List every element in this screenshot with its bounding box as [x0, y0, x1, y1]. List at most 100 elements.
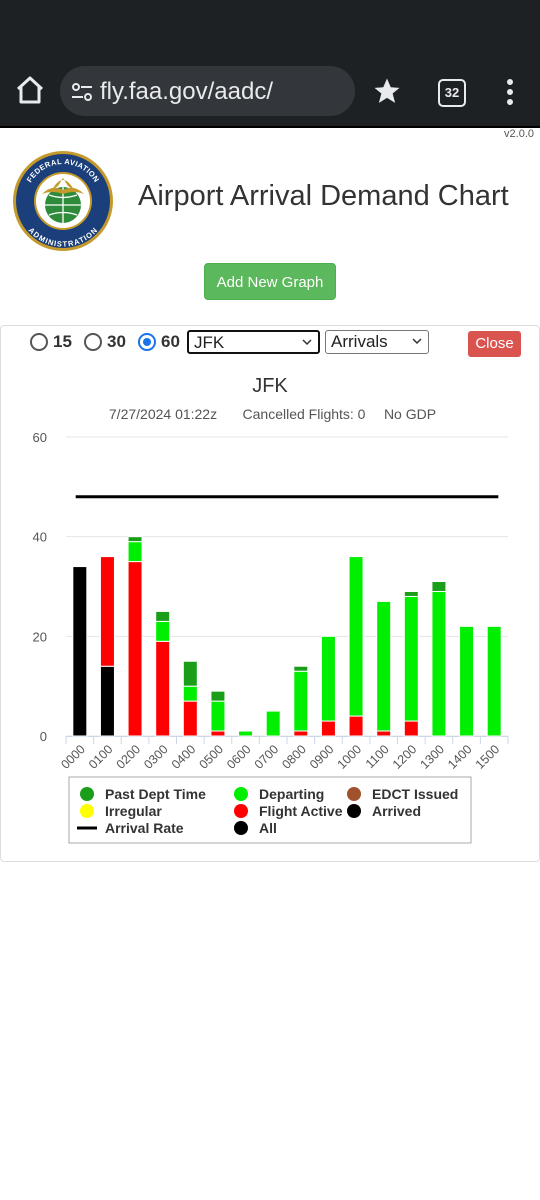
x-tick-label: 1300: [417, 742, 447, 772]
bar-segment: [431, 581, 447, 592]
x-tick-label: 0100: [86, 742, 116, 772]
legend-label: Arrival Rate: [105, 820, 184, 836]
radio-circle[interactable]: [84, 333, 102, 351]
legend-label: All: [259, 820, 277, 836]
x-tick-label: 1500: [473, 742, 503, 772]
bar-segment: [210, 690, 226, 702]
x-tick-label: 1400: [445, 742, 475, 772]
y-tick-label: 40: [33, 530, 47, 545]
status-bar: [0, 0, 540, 50]
interval-label: 60: [161, 332, 180, 351]
x-tick-label: 0200: [114, 742, 144, 772]
bar-segment: [210, 700, 226, 732]
legend-label: Past Dept Time: [105, 786, 206, 802]
url-text: fly.faa.gov/aadc/: [100, 78, 273, 105]
interval-15-radio[interactable]: 15: [30, 331, 72, 353]
bar-segment: [403, 595, 419, 722]
app-version: v2.0.0: [504, 128, 534, 140]
bar-segment: [72, 566, 88, 737]
x-tick-label: 1000: [335, 742, 365, 772]
legend-label: EDCT Issued: [372, 786, 458, 802]
x-tick-label: 0600: [224, 742, 254, 772]
chart-date: 7/27/2024 01:22z: [109, 406, 217, 422]
legend-label: Arrived: [372, 803, 421, 819]
flight-type-select[interactable]: Arrivals: [325, 330, 429, 354]
bar-segment: [182, 685, 198, 702]
bar-segment: [210, 730, 226, 737]
x-tick-label: 0700: [252, 742, 282, 772]
bar-segment: [320, 635, 336, 722]
radio-circle[interactable]: [30, 333, 48, 351]
bar-segment: [376, 730, 392, 737]
x-tick-label: 1100: [363, 742, 392, 771]
legend-label: Irregular: [105, 803, 162, 819]
legend-label: Flight Active: [259, 803, 343, 819]
airport-select-value: JFK: [194, 333, 225, 352]
radio-circle-selected[interactable]: [138, 333, 156, 351]
chevron-down-icon: [412, 338, 422, 345]
x-tick-label: 1200: [390, 742, 420, 772]
airport-select[interactable]: JFK: [187, 330, 320, 354]
chart-legend: Past Dept Time Departing EDCT Issued Irregu…: [68, 776, 472, 844]
faa-seal-logo: FEDERAL AVIATION ADMINISTRATION: [13, 151, 113, 251]
bar-segment: [265, 710, 281, 737]
bar-segment: [376, 600, 392, 732]
plot-area: 0204060000001000200030004000500060007000…: [33, 430, 509, 772]
x-tick-label: 0900: [307, 742, 337, 772]
y-tick-label: 60: [33, 430, 47, 445]
bar-segment: [182, 660, 198, 687]
flight-type-select-value: Arrivals: [331, 332, 388, 351]
legend-dot-marker: [80, 787, 94, 801]
bar-segment: [99, 556, 115, 667]
bar-segment: [486, 625, 502, 737]
bar-segment: [155, 610, 171, 622]
legend-dot-marker: [80, 804, 94, 818]
bar-segment: [403, 720, 419, 737]
x-tick-label: 0300: [141, 742, 171, 772]
bar-segment: [127, 561, 143, 737]
x-tick-label: 0000: [58, 742, 88, 772]
legend-dot-marker: [234, 804, 248, 818]
browser-toolbar: fly.faa.gov/aadc/ 32: [0, 50, 540, 128]
home-icon[interactable]: [14, 74, 46, 106]
legend-dot-marker: [234, 821, 248, 835]
bar-segment: [320, 720, 336, 737]
page-title: Airport Arrival Demand Chart: [138, 180, 509, 212]
tab-switcher-button[interactable]: 32: [438, 79, 466, 107]
bar-segment: [348, 556, 364, 717]
bar-segment: [155, 620, 171, 642]
bar-segment: [127, 536, 143, 543]
y-tick-label: 0: [40, 729, 47, 744]
bar-segment: [127, 541, 143, 563]
arrival-demand-chart: JFK 7/27/2024 01:22z Cancelled Flights: …: [33, 375, 509, 844]
x-tick-label: 0800: [279, 742, 309, 772]
legend-dot-marker: [234, 787, 248, 801]
interval-60-radio[interactable]: 60: [138, 331, 180, 353]
legend-dot-marker: [347, 787, 361, 801]
chevron-down-icon: [302, 339, 312, 346]
x-tick-label: 0400: [169, 742, 199, 772]
x-tick-label: 0500: [196, 742, 226, 772]
bar-segment: [293, 665, 309, 672]
legend-label: Departing: [259, 786, 324, 802]
add-new-graph-button[interactable]: Add New Graph: [204, 263, 336, 300]
bar-segment: [293, 730, 309, 737]
bar-segment: [431, 590, 447, 737]
interval-label: 15: [53, 332, 72, 351]
y-tick-label: 20: [33, 629, 47, 644]
bar-segment: [155, 640, 171, 737]
site-settings-icon[interactable]: [70, 80, 94, 104]
bar-segment: [99, 665, 115, 737]
close-graph-button[interactable]: Close: [468, 331, 521, 357]
interval-30-radio[interactable]: 30: [84, 331, 126, 353]
more-menu-icon[interactable]: [500, 78, 520, 106]
bar-segment: [403, 590, 419, 597]
bar-segment: [182, 700, 198, 737]
address-bar[interactable]: fly.faa.gov/aadc/: [60, 66, 355, 116]
chart-gdp-status: No GDP: [384, 406, 436, 422]
chart-title: JFK: [252, 375, 288, 397]
bookmark-star-icon[interactable]: [372, 76, 402, 106]
bar-segment: [348, 715, 364, 737]
bar-segment: [293, 670, 309, 732]
interval-label: 30: [107, 332, 126, 351]
